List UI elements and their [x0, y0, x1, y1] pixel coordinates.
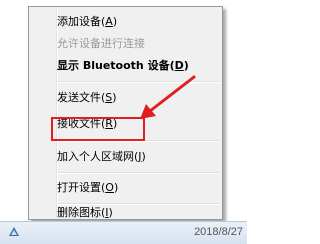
highlight-box	[51, 117, 145, 141]
menu-separator	[58, 172, 220, 174]
menu-item-show-bluetooth-devices[interactable]: 显示 Bluetooth 设备(D)	[29, 55, 222, 77]
menu-item-open-settings[interactable]: 打开设置(O)	[29, 177, 222, 199]
menu-item-allow-connect[interactable]: 允许设备进行连接	[29, 33, 222, 55]
menu-item-send-file[interactable]: 发送文件(S)	[29, 87, 222, 109]
menu-separator	[58, 203, 220, 205]
menu-item-join-pan[interactable]: 加入个人区域网(J)	[29, 146, 222, 168]
bluetooth-tray-icon[interactable]	[8, 223, 20, 237]
menu-separator	[58, 81, 220, 83]
menu-item-add-device[interactable]: 添加设备(A)	[29, 11, 222, 33]
menu-item-remove-icon[interactable]: 删除图标(I)	[29, 207, 222, 219]
taskbar-date: 2018/8/27	[194, 226, 243, 238]
bluetooth-context-menu: 添加设备(A) 允许设备进行连接 显示 Bluetooth 设备(D) 发送文件…	[28, 6, 223, 220]
